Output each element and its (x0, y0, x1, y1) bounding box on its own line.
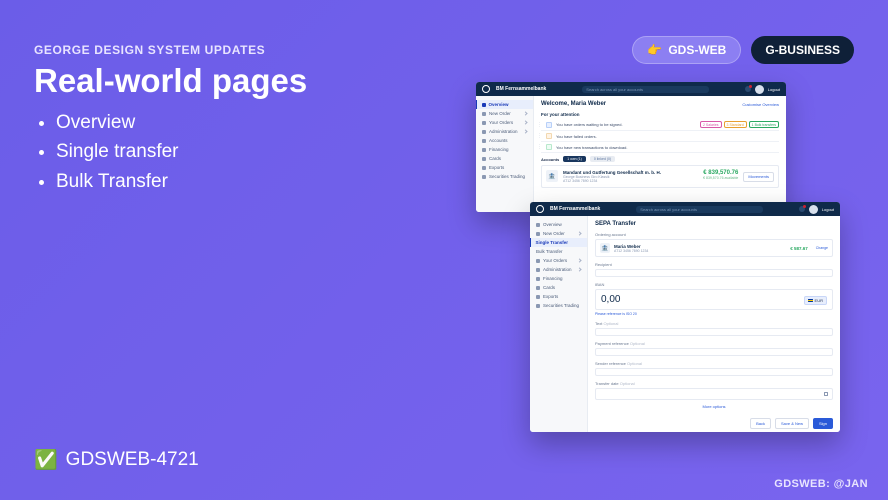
customize-link: Customise Overview (742, 102, 779, 107)
sidebar-item: Exports (476, 163, 533, 172)
alert-row: ⋮ You have failed orders. (541, 131, 779, 142)
recipient-label: Recipient (595, 262, 833, 267)
reference-hint: Please reference is ISO 20 (595, 312, 833, 316)
tab-own: 1 own (1) (563, 156, 586, 162)
tag-web-label: GDS-WEB (668, 43, 726, 57)
logout-link: Logout (768, 87, 780, 92)
sidebar-item: New Order (530, 229, 587, 238)
check-emoji: ✅ (34, 448, 58, 472)
tags-group: 👉 GDS-WEB G-BUSINESS (632, 36, 854, 64)
sidebar-item: Overview (530, 220, 587, 229)
brand-name: BM Fernsammelbank (496, 86, 546, 92)
bell-icon (799, 206, 805, 212)
date-field (595, 388, 833, 400)
eyebrow-text: GEORGE DESIGN SYSTEM UPDATES (34, 43, 265, 57)
account-card: 🏦 Mandant und Gutfertung Gesellschaft m.… (541, 165, 779, 188)
mock-sidebar: Overview New Order Single Transfer Bulk … (530, 216, 588, 432)
sidebar-item: Cards (476, 154, 533, 163)
currency-badge: EUR (804, 296, 827, 305)
page-title: Real-world pages (34, 62, 307, 100)
sidebar-item: Securities Trading (476, 172, 533, 181)
mockups-container: BM Fernsammelbank Search across all your… (420, 82, 870, 452)
sign-icon (546, 122, 552, 128)
bullet-item: Overview (56, 108, 179, 137)
mock-main: Welcome, Maria Weber Customise Overview … (534, 96, 786, 212)
tag-g-business: G-BUSINESS (751, 36, 854, 64)
download-icon (546, 144, 552, 150)
welcome-text: Welcome, Maria Weber (541, 101, 606, 107)
brand-name: BM Fernsammelbank (550, 206, 600, 212)
recipient-field (595, 269, 833, 277)
sidebar-item: Administration (530, 265, 587, 274)
iban-label: IBAN (595, 282, 833, 287)
search-bar: Search across all your accounts (582, 86, 708, 93)
sidebar-item: Your Orders (530, 256, 587, 265)
eu-flag-icon (808, 299, 813, 303)
account-icon: 🏦 (600, 243, 610, 253)
bullet-list: Overview Single transfer Bulk Transfer (56, 108, 179, 196)
mock-main: SEPA Transfer Ordering account 🏦 Maria W… (588, 216, 840, 432)
sendref-field (595, 368, 833, 376)
calendar-icon (824, 392, 828, 396)
pointing-emoji: 👉 (647, 43, 662, 57)
sidebar-item: Exports (530, 292, 587, 301)
bell-icon (745, 86, 751, 92)
sidebar-item: Securities Trading (530, 301, 587, 310)
mock-topbar: BM Fernsammelbank Search across all your… (476, 82, 786, 96)
amount-field: 0,00 EUR (595, 289, 833, 310)
sidebar-item: Your Orders (476, 118, 533, 127)
pagination-dots: ⋮ (537, 122, 542, 128)
tag-biz-label: G-BUSINESS (765, 43, 840, 57)
tab-linked: 0 linked (0) (590, 156, 615, 162)
sidebar-item: Financing (530, 274, 587, 283)
mockup-overview: BM Fernsammelbank Search across all your… (476, 82, 786, 212)
payref-field (595, 348, 833, 356)
ordering-label: Ordering account (595, 232, 833, 237)
form-footer: Back Save & New Sign (595, 418, 833, 429)
more-options-link: More options (702, 404, 725, 409)
mockup-transfer: BM Fernsammelbank Search across all your… (530, 202, 840, 432)
change-link: Change (816, 246, 828, 250)
alert-row: ⋮ You have new transactions to download. (541, 142, 779, 153)
bullet-item: Bulk Transfer (56, 167, 179, 196)
sidebar-item: Cards (530, 283, 587, 292)
mock-topbar: BM Fernsammelbank Search across all your… (530, 202, 840, 216)
logo-icon (536, 205, 544, 213)
sidebar-item: Bulk Transfer (530, 247, 587, 256)
ticket-badge: ✅ GDSWEB-4721 (34, 448, 199, 472)
back-button: Back (750, 418, 771, 429)
logout-link: Logout (822, 207, 834, 212)
sidebar-item: Overview (476, 100, 533, 109)
avatar-icon (755, 85, 764, 94)
sendref-label: Sender reference Optional (595, 361, 833, 366)
ticket-id: GDSWEB-4721 (66, 449, 199, 471)
accounts-title: Accounts (541, 157, 559, 162)
bullet-item: Single transfer (56, 137, 179, 166)
failed-icon (546, 133, 552, 139)
sidebar-item: Financing (476, 145, 533, 154)
avatar-icon (809, 205, 818, 214)
transfer-title: SEPA Transfer (595, 221, 833, 227)
sidebar-item: Single Transfer (530, 238, 587, 247)
account-icon: 🏦 (546, 170, 558, 182)
sign-button: Sign (813, 418, 833, 429)
mock-sidebar: Overview New Order Your Orders Administr… (476, 96, 534, 212)
attention-title: For your attention (541, 112, 779, 117)
sidebar-item: Administration (476, 127, 533, 136)
logo-icon (482, 85, 490, 93)
text-field (595, 328, 833, 336)
ordering-account-card: 🏦 Maria Weber AT12 3456 7890 1234 € 587.… (595, 239, 833, 257)
save-new-button: Save & New (775, 418, 809, 429)
tag-gds-web: 👉 GDS-WEB (632, 36, 741, 64)
text-label: Text Optional (595, 321, 833, 326)
sidebar-item: New Order (476, 109, 533, 118)
movements-button: Movements (743, 172, 774, 182)
alert-row: ⋮ You have orders waiting to be signed. … (541, 119, 779, 131)
date-label: Transfer date Optional (595, 381, 833, 386)
payref-label: Payment reference Optional (595, 341, 833, 346)
author-credit: GDSWEB: @JAN (774, 478, 868, 490)
search-bar: Search across all your accounts (636, 206, 762, 213)
sidebar-item: Accounts (476, 136, 533, 145)
